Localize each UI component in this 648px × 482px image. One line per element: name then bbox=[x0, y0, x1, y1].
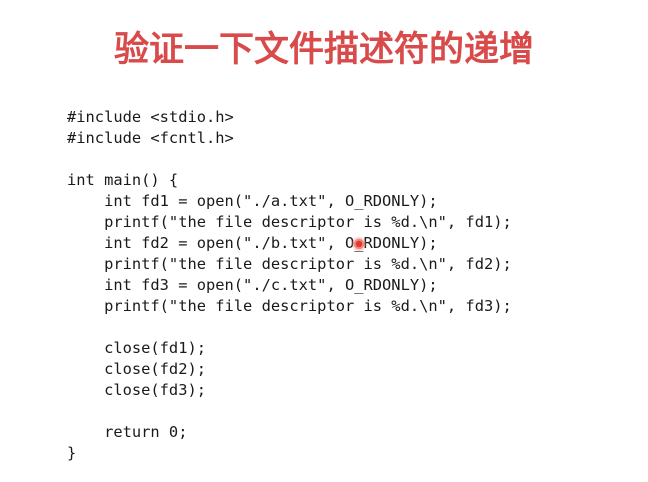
mouse-pointer-highlight bbox=[352, 237, 366, 251]
code-line: #include <fcntl.h> bbox=[67, 129, 234, 147]
code-line: close(fd2); bbox=[67, 360, 206, 378]
slide: 验证一下文件描述符的递增 #include <stdio.h> #include … bbox=[0, 0, 648, 482]
code-line: return 0; bbox=[67, 423, 188, 441]
code-line: int fd1 = open("./a.txt", O_RDONLY); bbox=[67, 192, 438, 210]
code-line: int main() { bbox=[67, 171, 179, 189]
slide-title: 验证一下文件描述符的递增 bbox=[113, 30, 534, 70]
code-line: close(fd3); bbox=[67, 381, 206, 399]
code-line: int fd3 = open("./c.txt", O_RDONLY); bbox=[67, 276, 438, 294]
code-line: printf("the file descriptor is %d.\n", f… bbox=[67, 297, 512, 315]
code-block: #include <stdio.h> #include <fcntl.h> int … bbox=[67, 107, 512, 464]
code-line: int fd2 = open("./b.txt", O_RDONLY); bbox=[67, 234, 438, 252]
code-line: close(fd1); bbox=[67, 339, 206, 357]
code-line: } bbox=[67, 444, 77, 462]
code-line: printf("the file descriptor is %d.\n", f… bbox=[67, 255, 512, 273]
code-line: printf("the file descriptor is %d.\n", f… bbox=[67, 213, 512, 231]
code-line: #include <stdio.h> bbox=[67, 108, 234, 126]
